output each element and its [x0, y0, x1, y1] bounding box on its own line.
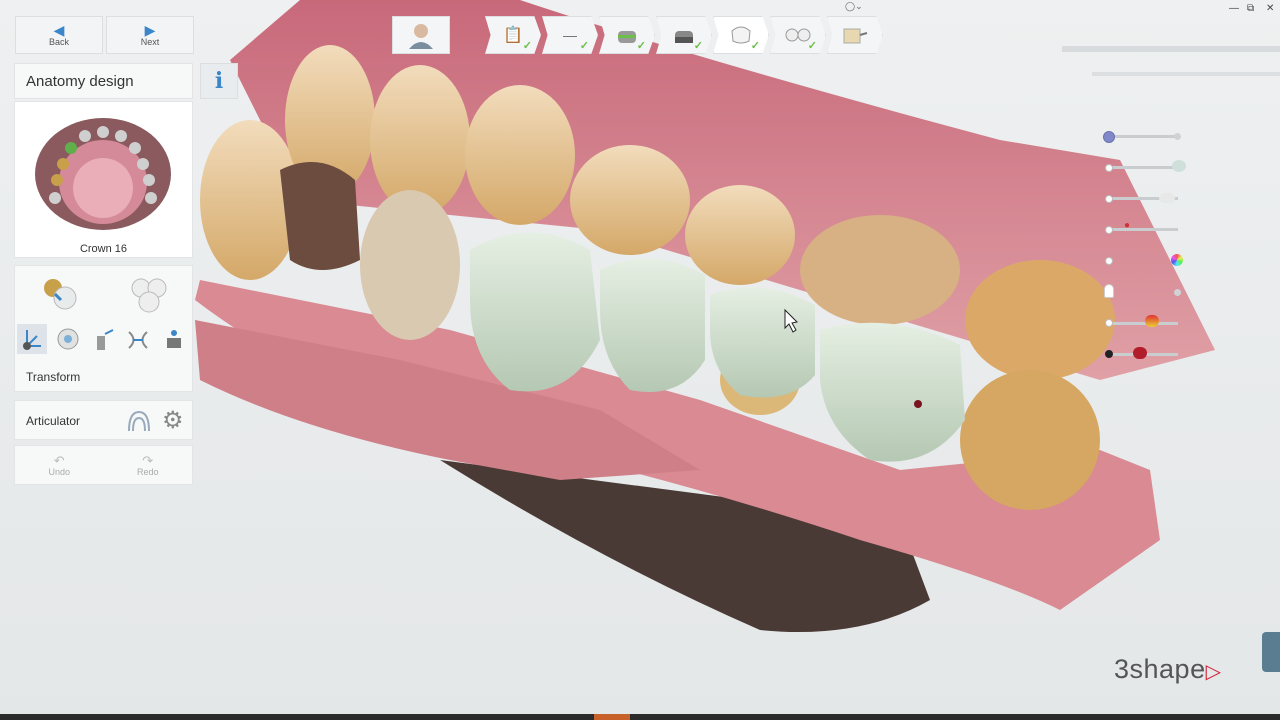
- undo-redo-panel: ↶ Undo ↷ Redo: [14, 445, 193, 485]
- crown-group-tool-icon[interactable]: [127, 274, 171, 314]
- slider-end: [1174, 133, 1181, 140]
- transform-tool[interactable]: [17, 324, 47, 354]
- adjust-icon: [167, 330, 181, 348]
- panel-title: Anatomy design: [14, 63, 193, 99]
- sculpt-tool[interactable]: [53, 324, 83, 354]
- die-icon: [675, 31, 693, 43]
- shade-icon: [1145, 315, 1159, 327]
- step-crown[interactable]: ✓: [713, 16, 769, 54]
- margin-line-icon: [618, 31, 636, 43]
- minimize-icon[interactable]: —: [1229, 3, 1239, 14]
- brand-triangle-icon: ▷: [1205, 661, 1222, 683]
- next-button[interactable]: ▶ Next: [106, 16, 194, 54]
- crown-single-tool-icon[interactable]: [39, 274, 83, 314]
- check-icon: ✓: [522, 40, 532, 52]
- slider-handle[interactable]: [1105, 164, 1113, 172]
- step-order-form[interactable]: 📋 ✓: [485, 16, 541, 54]
- antagonist-icon: [1133, 347, 1147, 359]
- tooth-visibility-icon: [1104, 284, 1114, 298]
- back-button[interactable]: ◀ Back: [15, 16, 103, 54]
- order-form-icon: 📋: [503, 27, 523, 44]
- patient-photo-icon: [409, 24, 433, 49]
- transform-label: Transform: [26, 370, 81, 384]
- wax-knife-icon: [97, 329, 114, 350]
- slider-handle[interactable]: [1105, 319, 1113, 327]
- check-icon: ✓: [636, 40, 646, 52]
- jaw-thumbnail-panel[interactable]: Crown 16: [14, 101, 193, 258]
- brand-logo: 3shape▷: [1114, 654, 1221, 685]
- info-button[interactable]: i: [200, 63, 238, 99]
- wax-knife-tool[interactable]: [87, 324, 117, 354]
- thumbnail-label: Crown 16: [79, 243, 128, 255]
- slider-track[interactable]: [1112, 135, 1178, 138]
- adjust-tool[interactable]: [159, 324, 189, 354]
- arrow-left-icon: ◀: [53, 22, 65, 38]
- step-die[interactable]: ✓: [656, 16, 712, 54]
- brand-logo-text: 3shape: [1114, 654, 1206, 684]
- check-icon: ✓: [579, 40, 589, 52]
- crown-icon: [731, 26, 751, 44]
- undo-label: Undo: [48, 466, 70, 477]
- export-icon: [843, 28, 868, 44]
- workflow-steps: 📋 ✓ ⎯⎯ ✓ ✓ ✓ ✓ ✓: [485, 16, 884, 54]
- slider-track[interactable]: [1112, 228, 1178, 231]
- crown-visibility-icon: [1172, 160, 1186, 172]
- expand-toolbar-icon[interactable]: ◯⌄: [845, 1, 863, 12]
- redo-icon: ↷: [142, 452, 154, 468]
- articulator-panel: Articulator ⚙: [14, 400, 193, 440]
- slider-handle[interactable]: [1105, 226, 1113, 234]
- patient-avatar[interactable]: [392, 16, 450, 54]
- jaw-thumbnail-icon: [35, 118, 171, 230]
- step-bridge[interactable]: ✓: [770, 16, 826, 54]
- tool-panel: Transform: [14, 265, 193, 392]
- step-margin-line[interactable]: ✓: [599, 16, 655, 54]
- connector-tool[interactable]: [123, 324, 153, 354]
- slider-end: [1174, 289, 1181, 296]
- slider-handle[interactable]: [1105, 350, 1113, 358]
- check-icon: ✓: [693, 40, 703, 52]
- check-icon: ✓: [750, 40, 760, 52]
- info-icon: i: [214, 68, 224, 94]
- marker-icon: ●: [1124, 220, 1131, 231]
- sculpt-icon: [57, 328, 79, 350]
- connector-icon: [128, 331, 148, 349]
- next-label: Next: [140, 37, 160, 47]
- undo-icon: ↶: [53, 452, 65, 468]
- check-icon: ✓: [807, 40, 817, 52]
- close-icon[interactable]: ✕: [1266, 3, 1274, 14]
- redo-label: Redo: [136, 466, 159, 477]
- step-scan[interactable]: ⎯⎯ ✓: [542, 16, 598, 54]
- slider-handle[interactable]: [1105, 195, 1113, 203]
- die-visibility-icon: [1159, 193, 1175, 203]
- gear-icon[interactable]: ⚙: [162, 406, 184, 435]
- articulator-label: Articulator: [26, 414, 81, 428]
- slider-handle[interactable]: [1103, 131, 1115, 143]
- step-export[interactable]: [827, 16, 883, 54]
- back-label: Back: [48, 37, 69, 47]
- restore-icon[interactable]: ⧉: [1247, 3, 1254, 14]
- taskbar-active-segment: [594, 714, 630, 720]
- color-wheel-icon[interactable]: [1171, 254, 1183, 266]
- slider-handle[interactable]: [1105, 257, 1113, 265]
- panel-title-text: Anatomy design: [26, 72, 134, 90]
- undo-button[interactable]: ↶ Undo: [15, 446, 104, 484]
- articulator-icon[interactable]: [126, 409, 152, 433]
- arrow-right-icon: ▶: [144, 22, 156, 38]
- taskbar-strip: [0, 714, 1280, 720]
- scan-tool-icon: ⎯⎯: [563, 26, 577, 43]
- side-panel-tab[interactable]: [1262, 632, 1280, 672]
- slider-track[interactable]: [1112, 166, 1178, 169]
- redo-button[interactable]: ↷ Redo: [104, 446, 193, 484]
- transform-arrows-icon: [23, 330, 41, 350]
